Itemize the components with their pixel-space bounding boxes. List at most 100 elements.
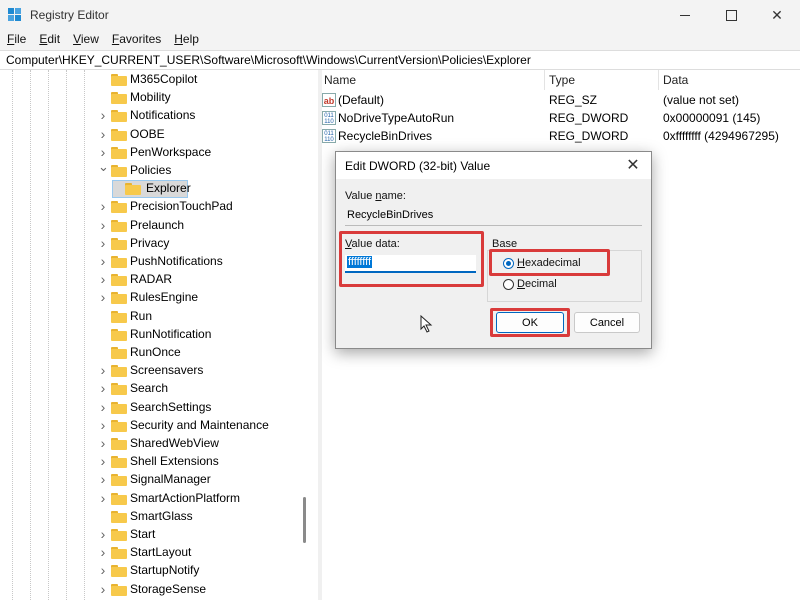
- list-item[interactable]: 011 110 NoDriveTypeAutoRun REG_DWORD 0x00…: [322, 110, 800, 128]
- chevron-right-icon[interactable]: ›: [98, 545, 108, 559]
- value-data: 0x00000091 (145): [663, 111, 761, 125]
- tree-item[interactable]: › SearchSettings: [0, 399, 300, 417]
- edit-dword-dialog: Edit DWORD (32-bit) Value ✕ Value name: …: [335, 151, 652, 349]
- chevron-right-icon[interactable]: ›: [98, 582, 108, 596]
- tree-item[interactable]: › Notifications: [0, 107, 300, 125]
- tree-item[interactable]: › OOBE: [0, 126, 300, 144]
- chevron-right-icon[interactable]: ›: [98, 527, 108, 541]
- tree-item[interactable]: ⌄ Policies: [0, 160, 300, 180]
- minimize-button[interactable]: [662, 0, 708, 30]
- chevron-right-icon[interactable]: ›: [98, 218, 108, 232]
- chevron-right-icon[interactable]: ›: [98, 381, 108, 395]
- folder-icon: [111, 74, 127, 86]
- tree-item[interactable]: › RADAR: [0, 271, 300, 289]
- tree-item[interactable]: M365Copilot: [0, 71, 300, 89]
- tree-item[interactable]: › Prelaunch: [0, 217, 300, 235]
- tree-item[interactable]: › Privacy: [0, 235, 300, 253]
- tree-item[interactable]: RunNotification: [0, 326, 300, 344]
- chevron-right-icon[interactable]: ›: [98, 254, 108, 268]
- decimal-radio[interactable]: [503, 279, 514, 290]
- tree-item[interactable]: › Security and Maintenance: [0, 417, 300, 435]
- tree-item-label: Privacy: [130, 235, 170, 250]
- value-type: REG_DWORD: [549, 111, 629, 125]
- chevron-right-icon[interactable]: ›: [98, 418, 108, 432]
- tree-scrollbar-thumb[interactable]: [303, 497, 306, 543]
- close-window-button[interactable]: ✕: [754, 0, 800, 30]
- tree-item-label: SignalManager: [130, 472, 211, 487]
- tree-item[interactable]: › SignalManager: [0, 471, 300, 489]
- folder-icon: [111, 456, 127, 469]
- folder-icon: [111, 256, 127, 268]
- cancel-button[interactable]: Cancel: [574, 312, 640, 333]
- value-data: 0xffffffff (4294967295): [663, 129, 779, 143]
- highlight-box-hexadecimal: [489, 249, 610, 276]
- chevron-right-icon[interactable]: ›: [98, 236, 108, 250]
- close-icon: ✕: [626, 157, 640, 174]
- tree-item[interactable]: › Search: [0, 380, 300, 398]
- tree-item[interactable]: › StorageSense: [0, 581, 300, 599]
- folder-icon: [111, 383, 127, 396]
- list-item[interactable]: ab (Default) REG_SZ (value not set): [322, 92, 800, 110]
- chevron-right-icon[interactable]: ›: [98, 127, 108, 141]
- menu-file[interactable]: File: [0, 30, 32, 50]
- folder-icon: [125, 183, 141, 196]
- tree-item[interactable]: › Shell Extensions: [0, 453, 300, 471]
- chevron-right-icon[interactable]: ›: [98, 454, 108, 468]
- list-item[interactable]: 011 110 RecycleBinDrives REG_DWORD 0xffff…: [322, 128, 800, 146]
- folder-icon: [111, 510, 127, 523]
- tree-item[interactable]: › PrecisionTouchPad: [0, 198, 300, 216]
- column-data[interactable]: Data: [663, 73, 688, 87]
- tree-item[interactable]: › SmartActionPlatform: [0, 490, 300, 508]
- tree-item-label: Security and Maintenance: [130, 417, 269, 432]
- tree-item[interactable]: › SharedWebView: [0, 435, 300, 453]
- tree-item[interactable]: Mobility: [0, 89, 300, 107]
- tree-item[interactable]: Explorer: [0, 180, 300, 199]
- tree-item[interactable]: › RulesEngine: [0, 289, 300, 307]
- tree-item[interactable]: › StartLayout: [0, 544, 300, 562]
- folder-icon: [111, 201, 127, 214]
- chevron-right-icon[interactable]: ›: [98, 491, 108, 505]
- value-type: REG_DWORD: [549, 129, 629, 143]
- dword-value-icon: 011 110: [322, 129, 336, 143]
- value-name-field[interactable]: RecycleBinDrives: [345, 208, 642, 226]
- chevron-right-icon[interactable]: ›: [98, 108, 108, 122]
- tree-item-label: M365Copilot: [130, 72, 198, 86]
- key-tree[interactable]: M365Copilot Mobility › Notifications › OOBE › P…: [0, 70, 318, 600]
- chevron-right-icon[interactable]: ›: [98, 272, 108, 286]
- chevron-right-icon[interactable]: ›: [98, 563, 108, 577]
- tree-item-label: Search: [130, 381, 169, 396]
- chevron-down-icon[interactable]: ⌄: [98, 160, 109, 173]
- tree-item[interactable]: › Screensavers: [0, 362, 300, 380]
- menu-view[interactable]: View: [66, 30, 105, 50]
- column-name[interactable]: Name: [324, 73, 356, 87]
- folder-icon: [111, 547, 127, 560]
- tree-item[interactable]: › Start: [0, 526, 300, 544]
- tree-item-label: StartupNotify: [130, 563, 200, 578]
- chevron-right-icon[interactable]: ›: [98, 400, 108, 414]
- chevron-right-icon[interactable]: ›: [98, 472, 108, 486]
- tree-item[interactable]: › PenWorkspace: [0, 144, 300, 162]
- chevron-right-icon[interactable]: ›: [98, 290, 108, 304]
- chevron-right-icon[interactable]: ›: [98, 145, 108, 159]
- decimal-label[interactable]: Decimal: [517, 278, 557, 290]
- tree-item[interactable]: › StartupNotify: [0, 562, 300, 580]
- menu-help[interactable]: Help: [167, 30, 205, 50]
- menu-edit[interactable]: Edit: [32, 30, 66, 50]
- folder-icon: [111, 492, 127, 505]
- address-bar[interactable]: Computer\HKEY_CURRENT_USER\Software\Micr…: [0, 50, 800, 70]
- tree-item[interactable]: SmartGlass: [0, 508, 300, 526]
- tree-item[interactable]: RunOnce: [0, 344, 300, 362]
- column-type[interactable]: Type: [549, 73, 575, 87]
- folder-icon: [111, 474, 127, 487]
- minimize-icon: [680, 14, 690, 16]
- chevron-right-icon[interactable]: ›: [98, 436, 108, 450]
- dialog-close-button[interactable]: ✕: [623, 156, 643, 176]
- maximize-button[interactable]: [708, 0, 754, 30]
- string-value-icon: ab: [322, 93, 336, 107]
- tree-item[interactable]: Run: [0, 308, 300, 326]
- menu-favorites[interactable]: Favorites: [105, 30, 167, 50]
- chevron-right-icon[interactable]: ›: [98, 199, 108, 213]
- maximize-icon: [725, 9, 737, 21]
- tree-item[interactable]: › PushNotifications: [0, 253, 300, 271]
- chevron-right-icon[interactable]: ›: [98, 363, 108, 377]
